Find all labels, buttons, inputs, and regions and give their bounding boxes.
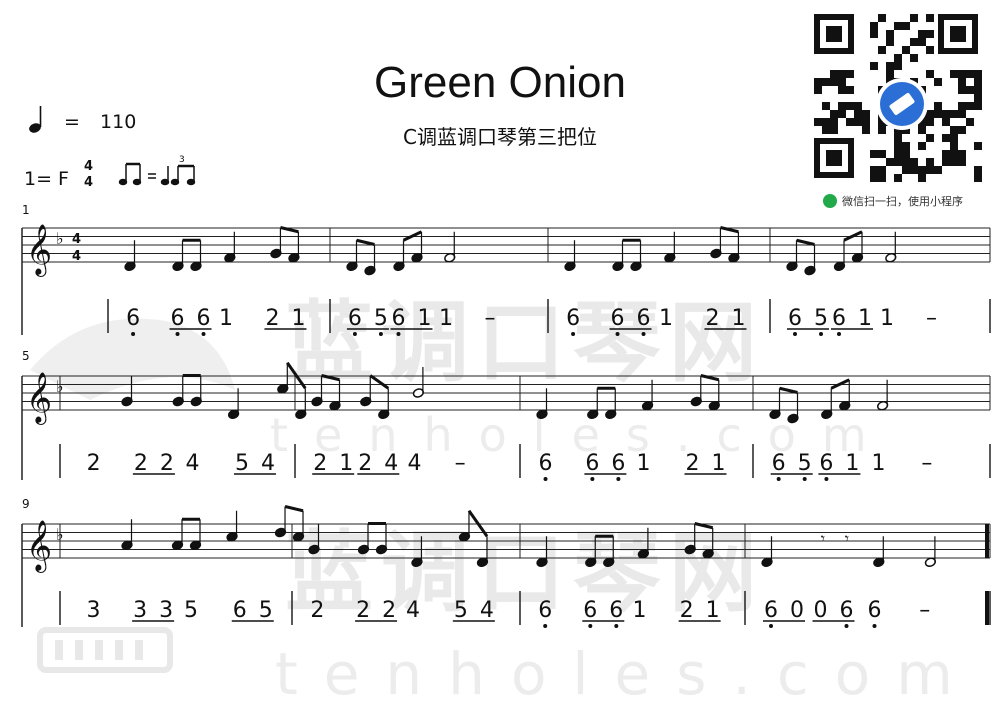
svg-text:6: 6 [840,598,854,623]
svg-text:0: 0 [790,598,804,623]
svg-text:5: 5 [184,598,198,623]
svg-text:6: 6 [611,451,625,476]
svg-text:–: – [919,598,930,623]
svg-text:2: 2 [356,598,370,623]
svg-text:2: 2 [685,451,699,476]
svg-text:𝄾: 𝄾 [821,529,825,548]
svg-text:1: 1 [872,451,886,476]
svg-text:6: 6 [637,306,651,331]
svg-text:1: 1 [339,451,353,476]
svg-text:–: – [455,451,466,476]
svg-text:–: – [921,451,932,476]
svg-text:3: 3 [159,598,173,623]
svg-text:5: 5 [798,451,812,476]
svg-text:4: 4 [480,598,494,623]
svg-text:6: 6 [819,451,833,476]
svg-text:1: 1 [637,451,651,476]
svg-text:1: 1 [706,598,720,623]
svg-text:6: 6 [538,598,552,623]
svg-text:2: 2 [358,451,372,476]
svg-text:6: 6 [171,306,185,331]
svg-text:6: 6 [126,306,140,331]
svg-text:3: 3 [133,598,147,623]
svg-text:6: 6 [566,306,580,331]
svg-text:1: 1 [711,451,725,476]
svg-text:4: 4 [72,249,81,264]
svg-text:2: 2 [705,306,719,331]
svg-text:6: 6 [539,451,553,476]
svg-text:𝄞: 𝄞 [26,224,52,277]
score-staves: 𝄞♭4466612165611–66612165611–𝄞♭2224542124… [21,224,991,628]
svg-text:6: 6 [391,306,405,331]
svg-text:𝄞: 𝄞 [26,372,52,425]
svg-text:1: 1 [659,306,673,331]
svg-text:1: 1 [417,306,431,331]
svg-text:6: 6 [611,306,625,331]
svg-text:6: 6 [585,451,599,476]
svg-text:0: 0 [814,598,828,623]
svg-text:6: 6 [764,598,778,623]
svg-text:2: 2 [134,451,148,476]
svg-text:2: 2 [310,598,324,623]
svg-text:5: 5 [814,306,828,331]
svg-text:6: 6 [348,306,362,331]
svg-text:–: – [926,306,937,331]
svg-text:5: 5 [235,451,249,476]
svg-text:𝄾: 𝄾 [845,529,849,548]
svg-text:1: 1 [731,306,745,331]
svg-text:2: 2 [680,598,694,623]
svg-text:6: 6 [772,451,786,476]
svg-text:5: 5 [259,598,273,623]
svg-text:♭: ♭ [56,229,64,248]
svg-text:1: 1 [219,306,233,331]
svg-text:1: 1 [291,306,305,331]
svg-text:1: 1 [880,306,894,331]
svg-text:2: 2 [265,306,279,331]
svg-text:4: 4 [186,451,200,476]
svg-text:6: 6 [197,306,211,331]
svg-text:1: 1 [439,306,453,331]
svg-text:6: 6 [583,598,597,623]
svg-text:2: 2 [382,598,396,623]
svg-text:6: 6 [788,306,802,331]
svg-text:1: 1 [633,598,647,623]
svg-text:5: 5 [374,306,388,331]
svg-text:𝄞: 𝄞 [26,520,52,573]
svg-text:5: 5 [454,598,468,623]
svg-text:4: 4 [72,232,81,247]
svg-text:4: 4 [406,598,420,623]
svg-text:4: 4 [408,451,422,476]
svg-text:1: 1 [845,451,859,476]
svg-text:4: 4 [384,451,398,476]
svg-text:1: 1 [858,306,872,331]
svg-text:3: 3 [86,598,100,623]
svg-text:4: 4 [261,451,275,476]
svg-text:2: 2 [87,451,101,476]
svg-text:6: 6 [868,598,882,623]
svg-text:2: 2 [160,451,174,476]
svg-text:6: 6 [609,598,623,623]
svg-text:6: 6 [832,306,846,331]
svg-text:2: 2 [313,451,327,476]
svg-text:–: – [485,306,496,331]
svg-text:6: 6 [233,598,247,623]
